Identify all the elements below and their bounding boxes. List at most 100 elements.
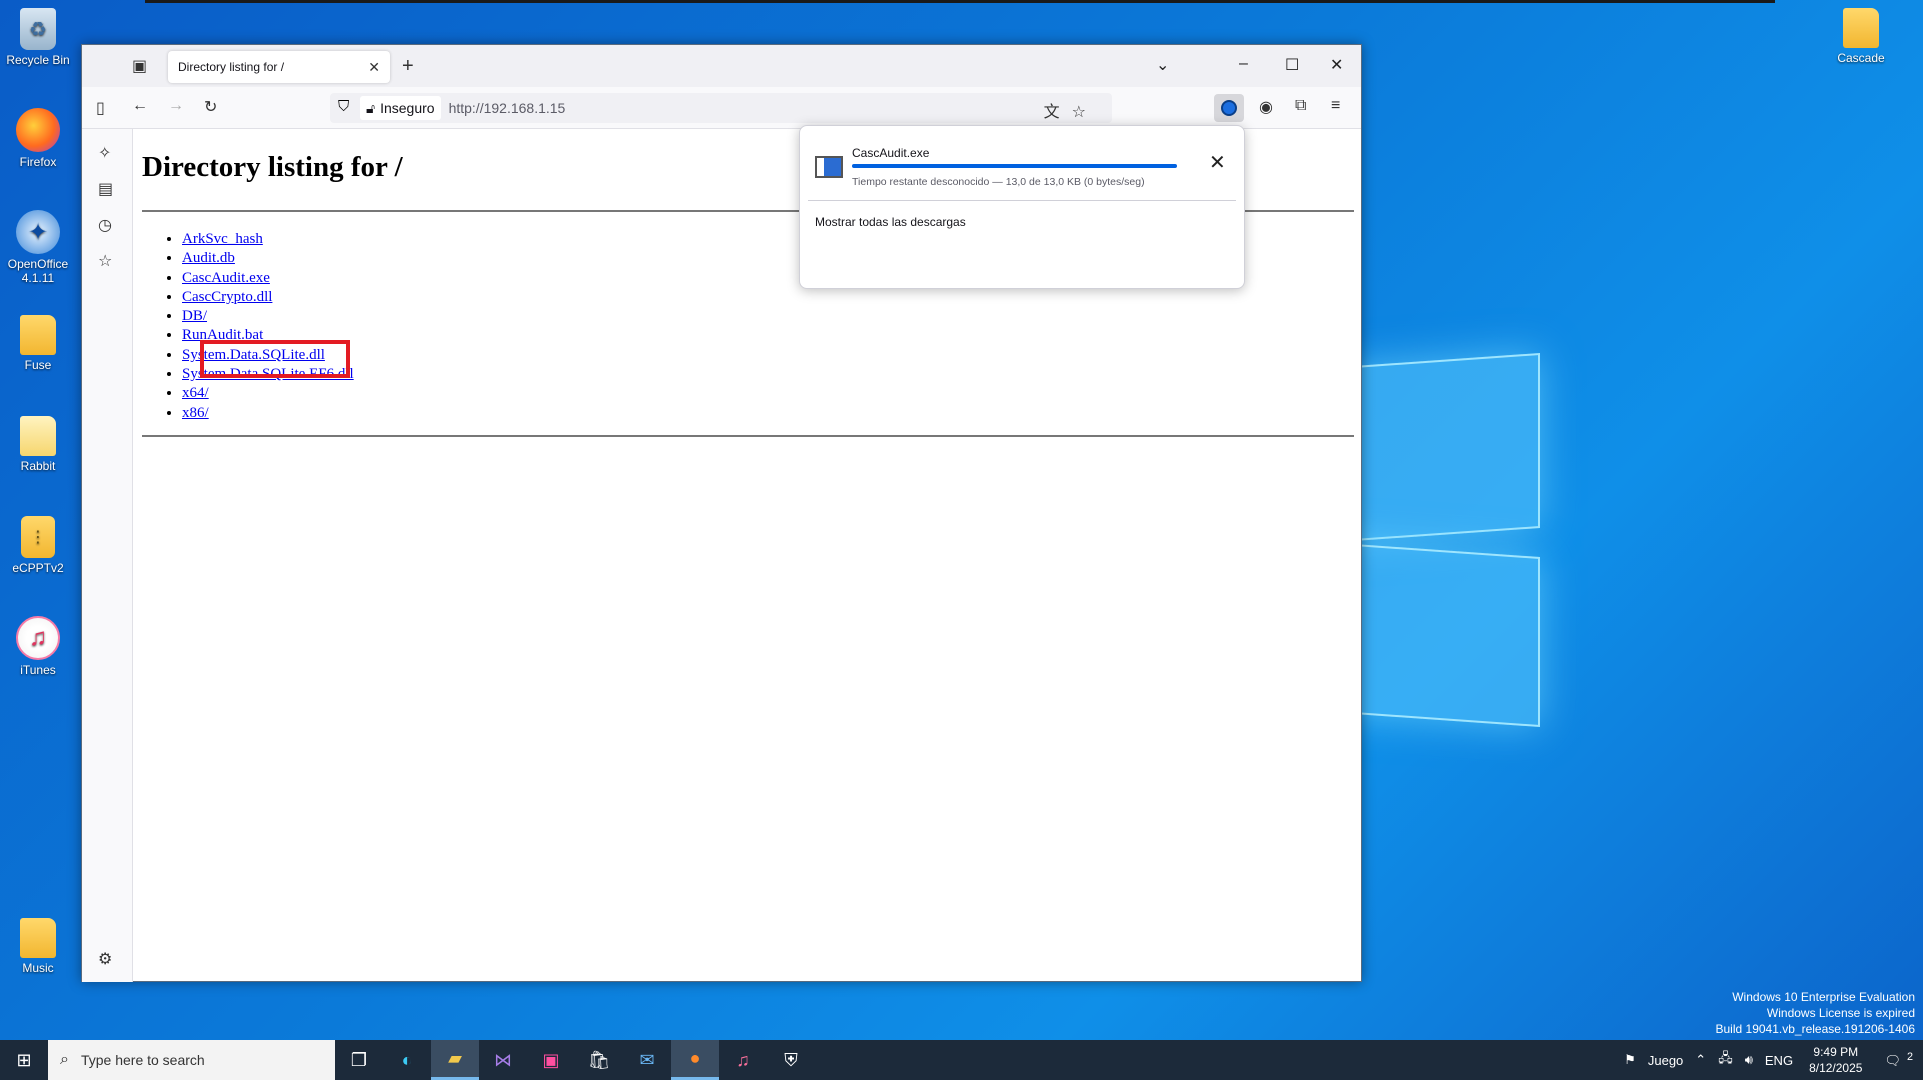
ai-sparkle-icon[interactable]: ✧ bbox=[98, 143, 111, 163]
folder-icon bbox=[20, 918, 56, 958]
account-icon[interactable]: ◉ bbox=[1259, 97, 1273, 117]
task-view-button[interactable]: ❐ bbox=[335, 1040, 383, 1080]
file-link[interactable]: x64/ bbox=[182, 385, 209, 401]
back-icon[interactable]: ← bbox=[132, 97, 148, 115]
list-item: x86/ bbox=[182, 404, 1361, 423]
new-tab-icon[interactable]: + bbox=[402, 55, 414, 78]
bookmarks-star-icon[interactable]: ☆ bbox=[98, 251, 112, 271]
itunes-taskbar-button[interactable]: ♫ bbox=[719, 1040, 767, 1080]
tab-directory-listing[interactable]: Directory listing for / ✕ bbox=[168, 51, 390, 83]
volume-icon[interactable]: 🔊︎ bbox=[1745, 1052, 1753, 1068]
dotpeek-button[interactable]: ▣ bbox=[527, 1040, 575, 1080]
system-tray: ⚑ Juego ⌃ 🖧︎ 🔊︎ ENG 9:49 PM 8/12/2025 🗨︎… bbox=[1618, 1040, 1923, 1080]
network-icon[interactable]: 🖧︎ bbox=[1718, 1049, 1733, 1071]
language-indicator[interactable]: ENG bbox=[1765, 1053, 1793, 1068]
windows-logo bbox=[1340, 353, 1540, 727]
weather-text[interactable]: Juego bbox=[1648, 1053, 1683, 1068]
desktop-icon-itunes[interactable]: ♫ iTunes bbox=[0, 616, 76, 677]
mail-button[interactable]: ✉ bbox=[623, 1040, 671, 1080]
file-link[interactable]: Audit.db bbox=[182, 250, 235, 266]
list-item: x64/ bbox=[182, 384, 1361, 403]
store-button[interactable]: 🛍︎ bbox=[575, 1040, 623, 1080]
firefox-icon: ● bbox=[689, 1048, 701, 1068]
cancel-download-icon[interactable]: ✕ bbox=[1209, 150, 1226, 175]
file-link[interactable]: x86/ bbox=[182, 405, 209, 421]
translate-icon[interactable]: 文 bbox=[1044, 104, 1072, 121]
nav-bar: ▯ ← → ↻ ⛉ 🔓︎ Inseguro http://192.168.1.15… bbox=[82, 87, 1361, 129]
mail-icon: ✉ bbox=[639, 1049, 655, 1070]
desktop-icon-ecpptv2[interactable]: ⋮ eCPPTv2 bbox=[0, 516, 76, 575]
extensions-icon[interactable]: ⧉ bbox=[1295, 97, 1306, 115]
start-button[interactable]: ⊞ bbox=[0, 1040, 48, 1080]
history-icon[interactable]: ◷ bbox=[98, 215, 112, 235]
sidebar: ✧ ▤ ◷ ☆ ⚙ bbox=[82, 129, 133, 982]
notification-icon: 🗨︎ bbox=[1884, 1053, 1901, 1069]
taskbar-search[interactable]: ⌕ Type here to search bbox=[48, 1040, 335, 1080]
downloads-button[interactable] bbox=[1214, 94, 1244, 122]
close-tab-icon[interactable]: ✕ bbox=[368, 59, 380, 76]
notifications-button[interactable]: 🗨︎ 2 bbox=[1878, 1051, 1913, 1069]
chevron-up-icon[interactable]: ⌃ bbox=[1695, 1052, 1706, 1068]
file-explorer-button[interactable]: ▰ bbox=[431, 1040, 479, 1080]
clock[interactable]: 9:49 PM 8/12/2025 bbox=[1809, 1044, 1862, 1076]
desktop-icon-label: Cascade bbox=[1837, 51, 1885, 65]
list-item: CascCrypto.dll bbox=[182, 288, 1361, 307]
forward-icon[interactable]: → bbox=[168, 97, 184, 115]
desktop-icon-label: Firefox bbox=[19, 155, 57, 169]
folder-icon bbox=[20, 315, 56, 355]
list-item: System.Data.SQLite.dll bbox=[182, 346, 1361, 365]
file-link[interactable]: CascAudit.exe bbox=[182, 270, 270, 286]
tab-overview-icon[interactable]: ▣ bbox=[132, 56, 147, 76]
download-progress-bar bbox=[852, 164, 1177, 168]
file-link[interactable]: CascCrypto.dll bbox=[182, 289, 272, 305]
reload-icon[interactable]: ↻ bbox=[204, 97, 217, 117]
desktop-icon-label: eCPPTv2 bbox=[12, 561, 64, 575]
url-bar[interactable]: ⛉ 🔓︎ Inseguro http://192.168.1.15 文☆ bbox=[330, 93, 1112, 123]
task-view-icon: ❐ bbox=[350, 1049, 368, 1070]
shield-icon[interactable]: ⛉ bbox=[338, 98, 349, 115]
itunes-icon: ♫ bbox=[736, 1049, 750, 1070]
downloads-panel: CascAudit.exe Tiempo restante desconocid… bbox=[799, 125, 1245, 289]
folder-icon: ▰ bbox=[448, 1048, 462, 1068]
top-strip bbox=[145, 0, 1775, 3]
desktop-icon-firefox[interactable]: Firefox bbox=[0, 108, 76, 169]
menu-icon[interactable]: ≡ bbox=[1331, 97, 1340, 115]
visual-studio-button[interactable]: ⋈ bbox=[479, 1040, 527, 1080]
edge-button[interactable]: ◐ bbox=[383, 1040, 431, 1080]
security-button[interactable]: ⛨ bbox=[767, 1040, 815, 1080]
desktop-icon-cascade[interactable]: Cascade bbox=[1823, 8, 1899, 65]
sidebar-toggle-icon[interactable]: ▯ bbox=[96, 98, 105, 118]
show-all-downloads-link[interactable]: Mostrar todas las descargas bbox=[815, 215, 966, 229]
minimize-icon[interactable]: – bbox=[1239, 55, 1248, 73]
desktop-icon-openoffice[interactable]: ✦ OpenOffice 4.1.11 bbox=[0, 210, 76, 285]
file-link[interactable]: DB/ bbox=[182, 308, 207, 324]
download-progress-icon bbox=[1221, 100, 1237, 116]
download-file-name[interactable]: CascAudit.exe bbox=[852, 146, 929, 160]
bookmark-star-icon[interactable]: ☆ bbox=[1072, 104, 1098, 121]
firefox-taskbar-button[interactable]: ● bbox=[671, 1040, 719, 1080]
file-link[interactable]: ArkSvc_hash bbox=[182, 231, 263, 247]
insecure-lock-icon: 🔓︎ bbox=[366, 99, 376, 116]
tab-bar: ▣ Directory listing for / ✕ + ⌄ – ☐ ✕ bbox=[82, 45, 1361, 87]
synced-tabs-icon[interactable]: ▤ bbox=[98, 179, 113, 199]
desktop-icon-rabbit[interactable]: Rabbit bbox=[0, 416, 76, 473]
url-text[interactable]: http://192.168.1.15 bbox=[449, 100, 566, 116]
url-actions: 文☆ bbox=[1044, 98, 1098, 122]
zip-folder-icon: ⋮ bbox=[21, 516, 55, 558]
weather-flag-icon[interactable]: ⚑ bbox=[1624, 1052, 1636, 1068]
close-window-icon[interactable]: ✕ bbox=[1330, 55, 1343, 75]
taskbar: ⊞ ⌕ Type here to search ❐ ◐ ▰ ⋈ ▣ 🛍︎ ✉ ● … bbox=[0, 1040, 1923, 1080]
list-tabs-chevron-icon[interactable]: ⌄ bbox=[1156, 55, 1169, 75]
store-icon: 🛍︎ bbox=[587, 1049, 611, 1070]
maximize-icon[interactable]: ☐ bbox=[1285, 55, 1299, 75]
divider-bottom bbox=[142, 434, 1354, 437]
clock-time: 9:49 PM bbox=[1813, 1045, 1859, 1059]
highlight-box bbox=[200, 340, 350, 378]
desktop-icon-music[interactable]: Music bbox=[0, 918, 76, 975]
exe-file-icon bbox=[815, 156, 843, 178]
desktop-icon-fuse[interactable]: Fuse bbox=[0, 315, 76, 372]
gear-icon[interactable]: ⚙ bbox=[98, 949, 112, 969]
notification-count: 2 bbox=[1906, 1050, 1913, 1063]
desktop-icon-recycle-bin[interactable]: ♻ Recycle Bin bbox=[0, 8, 76, 67]
insecure-badge[interactable]: 🔓︎ Inseguro bbox=[360, 96, 441, 120]
